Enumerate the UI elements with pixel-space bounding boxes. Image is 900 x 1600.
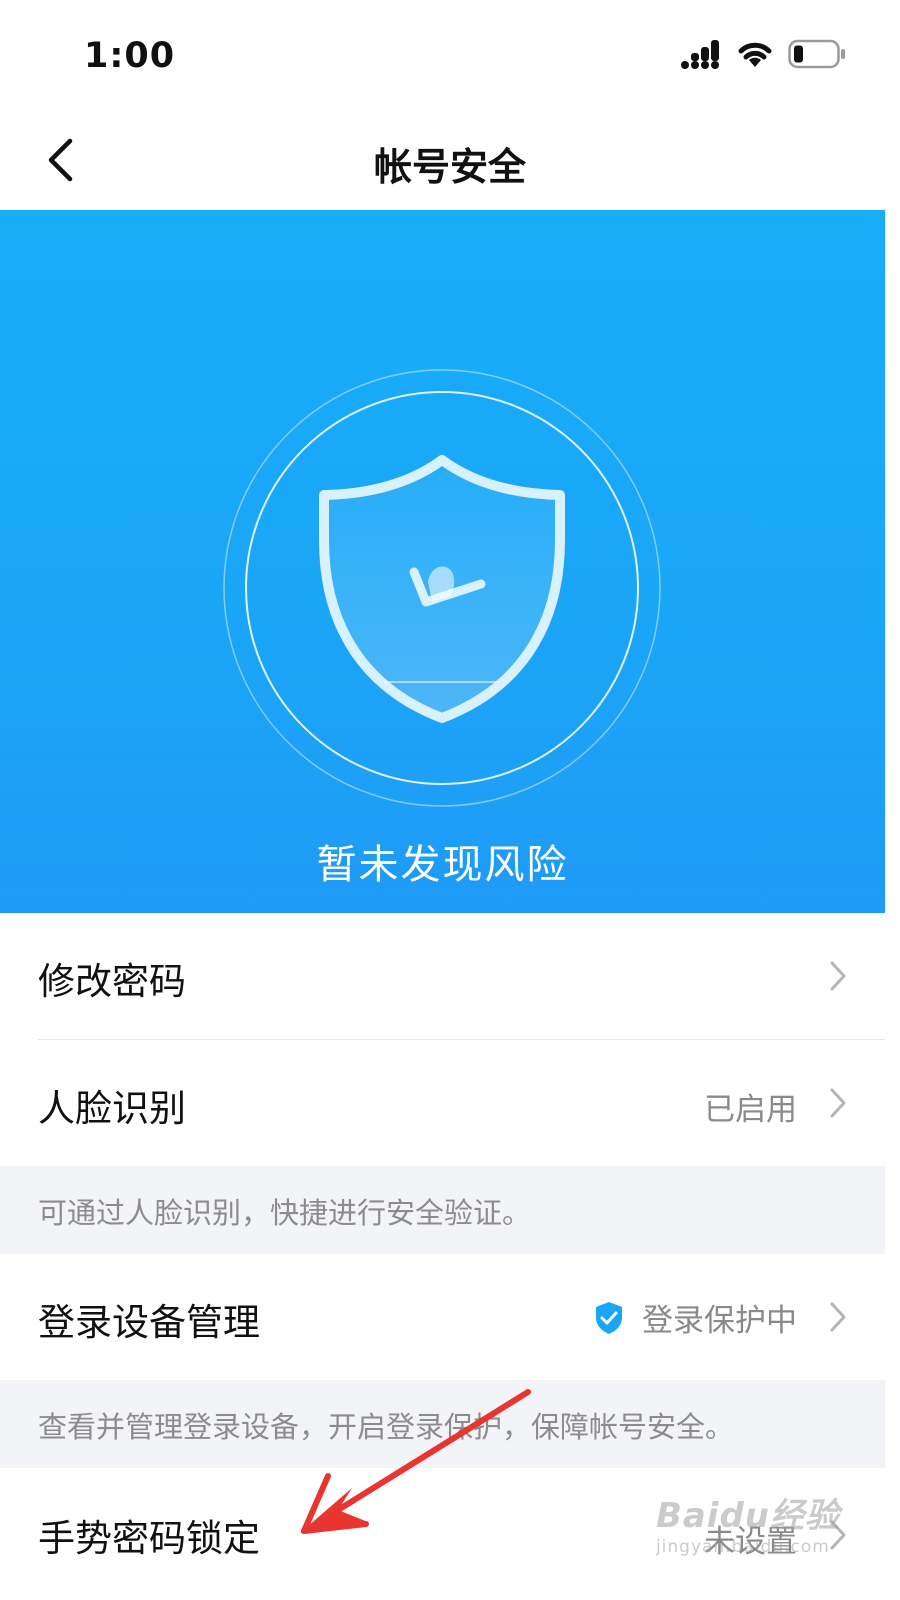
status-time: 1:00	[84, 36, 176, 76]
nav-bar: 帐号安全	[0, 110, 900, 210]
row-label: 登录设备管理	[38, 1301, 260, 1344]
row-face-recognition[interactable]: 人脸识别 已启用	[0, 1040, 885, 1166]
security-status-text: 暂未发现风险	[316, 842, 569, 888]
face-hint: 可通过人脸识别，快捷进行安全验证。	[0, 1166, 885, 1254]
row-value: 登录保护中	[642, 1303, 797, 1339]
chevron-right-icon	[830, 1302, 846, 1332]
row-label: 手势密码锁定	[38, 1517, 260, 1560]
status-icons	[680, 38, 846, 70]
chevron-right-icon	[830, 1088, 846, 1118]
signal-bars-icon	[681, 40, 719, 69]
watermark-logo: Baidu经验	[655, 1496, 840, 1536]
watermark-url: jingyan.baidu.com	[655, 1537, 830, 1557]
hint-text: 可通过人脸识别，快捷进行安全验证。	[38, 1196, 532, 1230]
battery-icon	[788, 39, 845, 69]
security-status-banner: 暂未发现风险	[0, 210, 885, 913]
status-bar: 1:00	[0, 0, 900, 110]
wifi-icon	[738, 42, 772, 67]
row-change-password[interactable]: 修改密码	[0, 913, 885, 1039]
shield-check-icon	[223, 369, 661, 807]
device-hint: 查看并管理登录设备，开启登录保护，保障帐号安全。	[0, 1380, 885, 1468]
row-value: 已启用	[704, 1092, 797, 1128]
shield-check-icon	[596, 1301, 622, 1334]
row-label: 人脸识别	[38, 1087, 186, 1130]
login-protection-status: 登录保护中	[594, 1295, 797, 1340]
row-login-device-management[interactable]: 登录设备管理 登录保护中	[0, 1254, 885, 1380]
hint-text: 查看并管理登录设备，开启登录保护，保障帐号安全。	[38, 1410, 735, 1444]
baidu-watermark: Baidu经验 jingyan.baidu.com	[656, 1488, 840, 1557]
row-label: 修改密码	[38, 960, 186, 1003]
page-title: 帐号安全	[373, 145, 526, 189]
chevron-right-icon	[830, 961, 846, 991]
